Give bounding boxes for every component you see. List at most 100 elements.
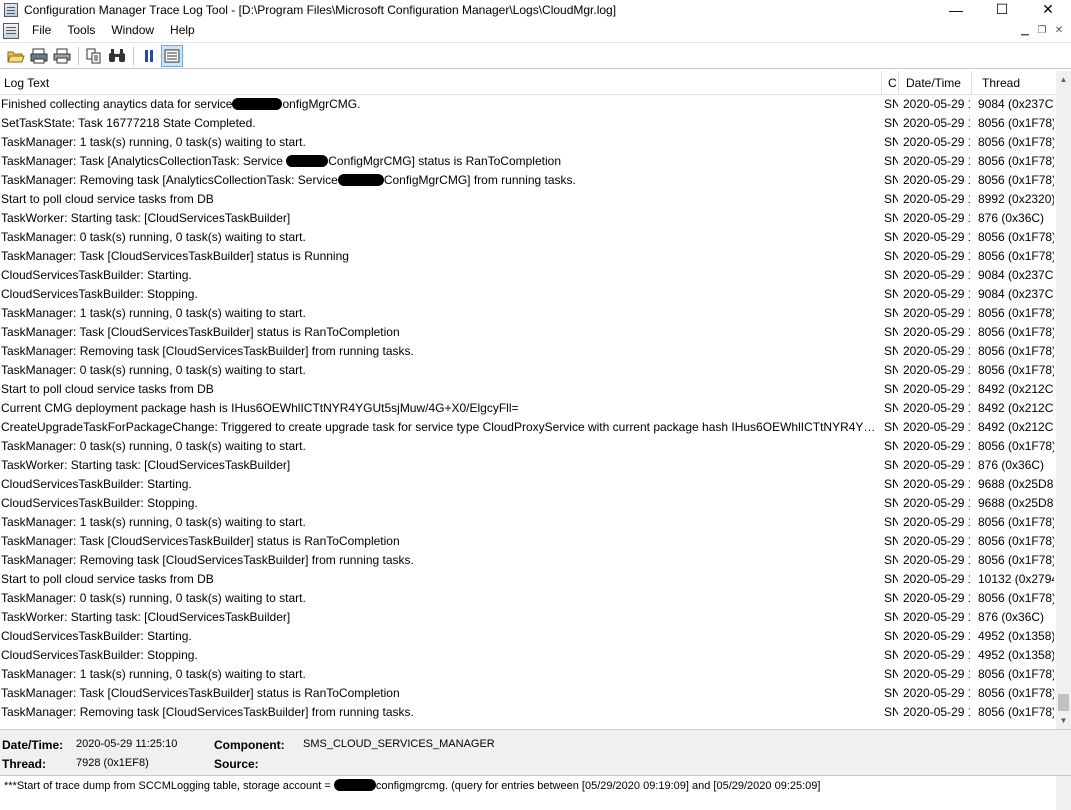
print-icon[interactable] — [51, 45, 73, 67]
pause-icon[interactable] — [138, 45, 160, 67]
table-row[interactable]: TaskWorker: Starting task: [CloudService… — [0, 209, 1056, 228]
table-row[interactable]: Start to poll cloud service tasks from D… — [0, 380, 1056, 399]
component-cell: SN — [884, 97, 898, 111]
table-row[interactable]: TaskManager: 1 task(s) running, 0 task(s… — [0, 133, 1056, 152]
redaction-mark — [333, 779, 376, 791]
log-text-cell: TaskManager: Removing task [CloudService… — [1, 705, 414, 719]
table-row[interactable]: TaskManager: Task [CloudServicesTaskBuil… — [0, 323, 1056, 342]
table-row[interactable]: TaskManager: Removing task [CloudService… — [0, 551, 1056, 570]
table-row[interactable]: TaskManager: 1 task(s) running, 0 task(s… — [0, 304, 1056, 323]
highlight-icon[interactable] — [161, 44, 183, 67]
table-row[interactable]: Start to poll cloud service tasks from D… — [0, 570, 1056, 589]
datetime-cell: 2020-05-29 11 — [903, 306, 970, 320]
table-row[interactable]: TaskManager: Task [CloudServicesTaskBuil… — [0, 532, 1056, 551]
component-cell: SN — [884, 515, 898, 529]
thread-label: Thread: — [2, 757, 47, 771]
datetime-cell: 2020-05-29 11 — [903, 382, 970, 396]
table-row[interactable]: TaskManager: 1 task(s) running, 0 task(s… — [0, 665, 1056, 684]
scroll-up-icon[interactable]: ▲ — [1056, 71, 1071, 88]
minimize-button[interactable]: — — [933, 0, 979, 19]
datetime-cell: 2020-05-29 11 — [903, 534, 970, 548]
table-row[interactable]: TaskManager: Removing task [AnalyticsCol… — [0, 171, 1056, 190]
table-row[interactable]: TaskManager: Removing task [CloudService… — [0, 342, 1056, 361]
column-header-thread[interactable]: Thread — [972, 71, 1056, 95]
component-cell: SN — [884, 553, 898, 567]
table-row[interactable]: CloudServicesTaskBuilder: Stopping. SN 202… — [0, 494, 1056, 513]
log-text-cell: CloudServicesTaskBuilder: Stopping. — [1, 287, 198, 301]
thread-cell: 8492 (0x212C) — [978, 382, 1054, 396]
table-row[interactable]: Current CMG deployment package hash is I… — [0, 399, 1056, 418]
column-header-component[interactable]: C — [882, 71, 899, 95]
datetime-cell: 2020-05-29 11 — [903, 211, 970, 225]
table-row[interactable]: CloudServicesTaskBuilder: Stopping. SN 202… — [0, 646, 1056, 665]
open-icon[interactable] — [5, 45, 27, 67]
table-row[interactable]: CreateUpgradeTaskForPackageChange: Trigg… — [0, 418, 1056, 437]
log-text-cell: TaskManager: Removing task [AnalyticsCol… — [1, 173, 576, 187]
component-cell: SN — [884, 154, 898, 168]
table-row[interactable]: SetTaskState: Task 16777218 State Comple… — [0, 114, 1056, 133]
table-row[interactable]: TaskManager: 0 task(s) running, 0 task(s… — [0, 228, 1056, 247]
message-pane[interactable]: ***Start of trace dump from SCCMLogging … — [0, 775, 1071, 810]
log-text-cell: TaskWorker: Starting task: [CloudService… — [1, 211, 291, 225]
log-text-cell: TaskManager: 0 task(s) running, 0 task(s… — [1, 591, 306, 605]
vertical-scrollbar[interactable]: ▲ ▼ — [1056, 71, 1071, 729]
find-icon[interactable] — [106, 45, 128, 67]
table-row[interactable]: TaskManager: 1 task(s) running, 0 task(s… — [0, 513, 1056, 532]
table-row[interactable]: TaskManager: Removing task [CloudService… — [0, 703, 1056, 722]
table-row[interactable]: TaskManager: 0 task(s) running, 0 task(s… — [0, 361, 1056, 380]
datetime-cell: 2020-05-29 11 — [903, 591, 970, 605]
component-cell: SN — [884, 344, 898, 358]
component-cell: SN — [884, 610, 898, 624]
table-row[interactable]: Start to poll cloud service tasks from D… — [0, 190, 1056, 209]
doc-restore-icon[interactable]: ❐ — [1034, 23, 1050, 37]
print-preview-icon[interactable] — [28, 45, 50, 67]
table-row[interactable]: TaskManager: Task [CloudServicesTaskBuil… — [0, 684, 1056, 703]
component-cell: SN — [884, 705, 898, 719]
table-row[interactable]: CloudServicesTaskBuilder: Starting. SN 202… — [0, 266, 1056, 285]
document-icon[interactable] — [3, 22, 19, 39]
doc-close-icon[interactable]: ✕ — [1051, 23, 1067, 37]
table-row[interactable]: TaskManager: Task [AnalyticsCollectionTa… — [0, 152, 1056, 171]
table-row[interactable]: TaskManager: 0 task(s) running, 0 task(s… — [0, 589, 1056, 608]
thread-cell: 8056 (0x1F78) — [978, 154, 1054, 168]
datetime-cell: 2020-05-29 11 — [903, 477, 970, 491]
menu-tools[interactable]: Tools — [59, 20, 103, 41]
menu-bar: File Tools Window Help ▁ ❐ ✕ — [0, 20, 1071, 41]
thread-cell: 8992 (0x2320) — [978, 192, 1054, 206]
table-row[interactable]: CloudServicesTaskBuilder: Starting. SN 202… — [0, 475, 1056, 494]
thread-cell: 9084 (0x237C) — [978, 97, 1054, 111]
menu-window[interactable]: Window — [103, 20, 162, 41]
redaction-mark — [337, 174, 384, 186]
doc-minimize-icon[interactable]: ▁ — [1017, 23, 1033, 37]
component-cell: SN — [884, 496, 898, 510]
datetime-cell: 2020-05-29 11 — [903, 629, 970, 643]
thread-cell: 9084 (0x237C) — [978, 268, 1054, 282]
close-button[interactable]: ✕ — [1025, 0, 1071, 19]
maximize-button[interactable]: ☐ — [979, 0, 1025, 19]
table-row[interactable]: TaskWorker: Starting task: [CloudService… — [0, 608, 1056, 627]
table-row[interactable]: CloudServicesTaskBuilder: Stopping. SN 202… — [0, 285, 1056, 304]
table-row[interactable]: Finished collecting anaytics data for se… — [0, 95, 1056, 114]
copy-icon[interactable] — [83, 45, 105, 67]
menu-help[interactable]: Help — [162, 20, 203, 41]
component-cell: SN — [884, 591, 898, 605]
menu-file[interactable]: File — [24, 20, 59, 41]
scroll-thumb[interactable] — [1058, 694, 1069, 711]
column-header-log-text[interactable]: Log Text — [0, 71, 882, 95]
table-row[interactable]: TaskManager: Task [CloudServicesTaskBuil… — [0, 247, 1056, 266]
log-text-cell: TaskManager: 1 task(s) running, 0 task(s… — [1, 667, 306, 681]
table-row[interactable]: CloudServicesTaskBuilder: Starting. SN 202… — [0, 627, 1056, 646]
component-cell: SN — [884, 306, 898, 320]
message-scrollbar[interactable] — [1056, 776, 1071, 810]
log-text-cell: TaskManager: Removing task [CloudService… — [1, 344, 414, 358]
title-bar: Configuration Manager Trace Log Tool - [… — [0, 0, 1071, 19]
log-text-cell: TaskManager: 1 task(s) running, 0 task(s… — [1, 306, 306, 320]
datetime-value: 2020-05-29 11:25:10 — [76, 738, 178, 750]
column-header-datetime[interactable]: Date/Time — [899, 71, 972, 95]
log-rows: Finished collecting anaytics data for se… — [0, 95, 1056, 722]
scroll-down-icon[interactable]: ▼ — [1056, 712, 1071, 729]
table-row[interactable]: TaskManager: 0 task(s) running, 0 task(s… — [0, 437, 1056, 456]
table-row[interactable]: TaskWorker: Starting task: [CloudService… — [0, 456, 1056, 475]
thread-cell: 4952 (0x1358) — [978, 648, 1054, 662]
component-cell: SN — [884, 325, 898, 339]
